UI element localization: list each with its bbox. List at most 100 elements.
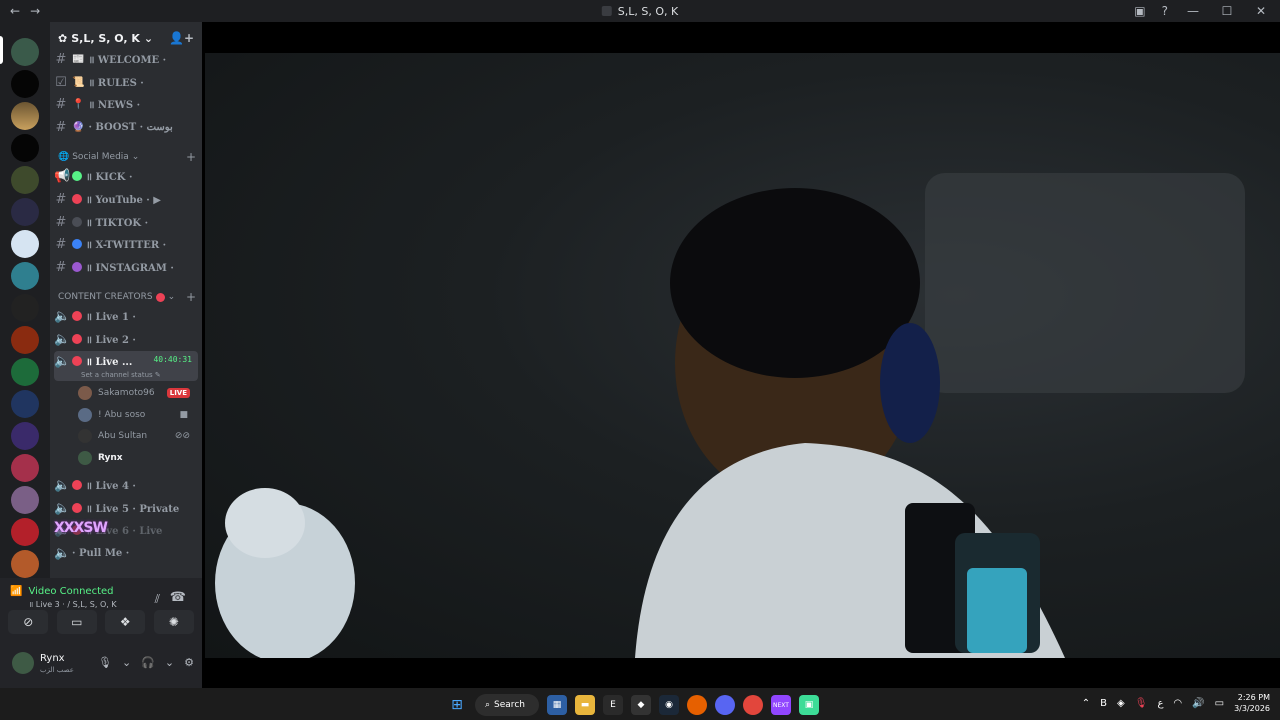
epic-games-icon[interactable]: E — [603, 695, 623, 715]
channel-boost[interactable]: # 🔮 · BOOST · بوست — [54, 117, 198, 137]
app-tray-icon[interactable]: B — [1100, 698, 1107, 709]
server-icon[interactable] — [11, 518, 39, 546]
app-icon[interactable]: ▣ — [799, 695, 819, 715]
window-title-text: S,L, S, O, K — [617, 4, 679, 18]
help-icon[interactable]: ? — [1162, 4, 1168, 18]
voice-channel-live-2[interactable]: 🔈 ॥ Live 2 · — [54, 329, 198, 349]
voice-status[interactable]: 📶 Video Connected ॥ Live 3 · / S,L, S, O… — [10, 586, 117, 610]
windows-start-icon[interactable]: ⊞ — [447, 695, 467, 715]
speaker-icon: 🔈 — [54, 331, 71, 347]
hash-icon: # — [55, 119, 67, 135]
voice-user[interactable]: Abu Sultan ⊘⊘ — [78, 427, 194, 445]
back-button[interactable]: ← — [10, 4, 20, 18]
channel-label: ॥ RULES · — [88, 78, 144, 89]
server-icon[interactable] — [11, 390, 39, 418]
voice-user[interactable]: Sakamoto96 LIVE — [78, 384, 194, 402]
add-user-icon[interactable]: 👤+ — [169, 31, 194, 45]
clock[interactable]: 2:26 PM 3/3/2026 — [1234, 692, 1270, 714]
category-content-creators[interactable]: CONTENT CREATORS ⌄ + — [58, 290, 196, 304]
wifi-icon[interactable]: ◠ — [1173, 698, 1182, 709]
server-icon[interactable] — [11, 134, 39, 162]
server-icon[interactable] — [11, 550, 39, 578]
camera-off-button[interactable]: ⊘ — [8, 610, 49, 634]
video-stream[interactable] — [205, 53, 1280, 658]
file-explorer-icon[interactable]: ▬ — [575, 695, 595, 715]
voice-channel-live-3-active[interactable]: 🔈 ॥ Live ... 40:40:31 Set a channel stat… — [54, 351, 198, 381]
voice-user[interactable]: ! Abu soso ■ — [78, 406, 194, 424]
microphone-icon[interactable]: 🎙 — [98, 656, 112, 669]
server-icon[interactable] — [11, 198, 39, 226]
channel-label: ॥ Live ... — [86, 357, 133, 368]
maximize-button[interactable]: ☐ — [1218, 4, 1236, 18]
add-channel-icon[interactable]: + — [186, 150, 196, 164]
server-icon[interactable] — [11, 70, 39, 98]
server-icon[interactable] — [11, 38, 39, 66]
server-icon[interactable] — [11, 358, 39, 386]
channel-label: ॥ NEWS · — [88, 100, 141, 111]
soundboard-button[interactable]: ✺ — [153, 610, 194, 634]
firefox-icon[interactable] — [687, 695, 707, 715]
channel-status[interactable]: Set a channel status ✎ — [81, 371, 161, 379]
chrome-icon[interactable] — [743, 695, 763, 715]
voice-channel-pull-me[interactable]: 🔈 · Pull Me · — [54, 543, 198, 563]
server-badge-icon: ✿ — [58, 31, 68, 45]
globe-icon: 🌐 — [58, 152, 70, 162]
language-indicator[interactable]: ع — [1157, 698, 1163, 709]
voice-channel-path: ॥ Live 3 · / S,L, S, O, K — [28, 600, 117, 609]
channel-youtube[interactable]: # ॥ YouTube · ▶ — [54, 189, 198, 209]
app-tray-icon[interactable]: ◈ — [1117, 698, 1125, 709]
battery-icon[interactable]: ▭ — [1215, 698, 1224, 709]
voice-channel-live-4[interactable]: 🔈 ॥ Live 4 · — [54, 475, 198, 495]
channel-instagram[interactable]: # ॥ INSTAGRAM · — [54, 257, 198, 277]
chevron-up-icon[interactable]: ⌃ — [1082, 698, 1090, 709]
close-button[interactable]: ✕ — [1252, 4, 1270, 18]
server-icon[interactable] — [11, 294, 39, 322]
noise-suppression-icon[interactable]: ⫽ — [155, 592, 160, 607]
server-icon[interactable] — [11, 166, 39, 194]
microphone-icon[interactable]: 🎙 — [1135, 698, 1148, 709]
chevron-down-icon[interactable]: ⌄ — [165, 656, 174, 669]
taskbar: ⊞ ⌕ Search ▦ ▬ E ◆ ◉ NEXT ▣ ⌃ B ◈ 🎙 ع ◠ … — [0, 688, 1280, 720]
activities-button[interactable]: ❖ — [105, 610, 146, 634]
add-channel-icon[interactable]: + — [186, 290, 196, 304]
inbox-icon[interactable]: ▣ — [1134, 4, 1145, 18]
disconnect-icon[interactable]: ☎ — [170, 590, 186, 605]
minimize-button[interactable]: — — [1184, 4, 1202, 18]
steam-icon[interactable]: ◉ — [659, 695, 679, 715]
server-icon[interactable] — [11, 422, 39, 450]
voice-controls: ⊘ ▭ ❖ ✺ — [4, 610, 198, 634]
voice-user-self[interactable]: Rynx — [78, 449, 194, 467]
store-icon[interactable]: ▦ — [547, 695, 567, 715]
server-icon[interactable] — [11, 486, 39, 514]
voice-channel-live-5[interactable]: 🔈 ॥ Live 5 · Private — [54, 498, 198, 518]
server-icon[interactable] — [11, 454, 39, 482]
channel-welcome[interactable]: # 📰 ॥ WELCOME · — [54, 49, 198, 69]
avatar[interactable] — [12, 652, 34, 674]
app-icon[interactable]: ◆ — [631, 695, 651, 715]
discord-icon[interactable] — [715, 695, 735, 715]
headphones-icon[interactable]: 🎧 — [141, 656, 155, 669]
server-icon[interactable] — [11, 262, 39, 290]
next-app-icon[interactable]: NEXT — [771, 695, 791, 715]
taskbar-search[interactable]: ⌕ Search — [475, 694, 539, 716]
server-icon[interactable] — [11, 326, 39, 354]
channel-kick[interactable]: 📢 ॥ KICK · — [54, 166, 198, 186]
category-social-media[interactable]: 🌐 Social Media ⌄ + — [58, 150, 196, 164]
server-icon[interactable] — [11, 102, 39, 130]
voice-channel-live-1[interactable]: 🔈 ॥ Live 1 · — [54, 306, 198, 326]
screen-share-button[interactable]: ▭ — [56, 610, 97, 634]
user-name: Abu Sultan — [98, 431, 148, 441]
user-status: عصب الزب — [40, 666, 74, 674]
channel-x-twitter[interactable]: # ॥ X-TWITTER · — [54, 234, 198, 254]
category-label: Social Media — [72, 152, 129, 162]
server-icon[interactable] — [11, 230, 39, 258]
channel-news[interactable]: # 📍 ॥ NEWS · — [54, 94, 198, 114]
channel-tiktok[interactable]: # ॥ TIKTOK · — [54, 212, 198, 232]
volume-icon[interactable]: 🔊 — [1192, 698, 1204, 709]
forward-button[interactable]: → — [30, 4, 40, 18]
gear-icon[interactable]: ⚙ — [184, 656, 194, 669]
channel-label: · Pull Me · — [72, 547, 130, 559]
chevron-down-icon[interactable]: ⌄ — [122, 656, 131, 669]
video-frame — [215, 173, 1245, 658]
channel-rules[interactable]: ☑ 📜 ॥ RULES · — [54, 72, 198, 92]
